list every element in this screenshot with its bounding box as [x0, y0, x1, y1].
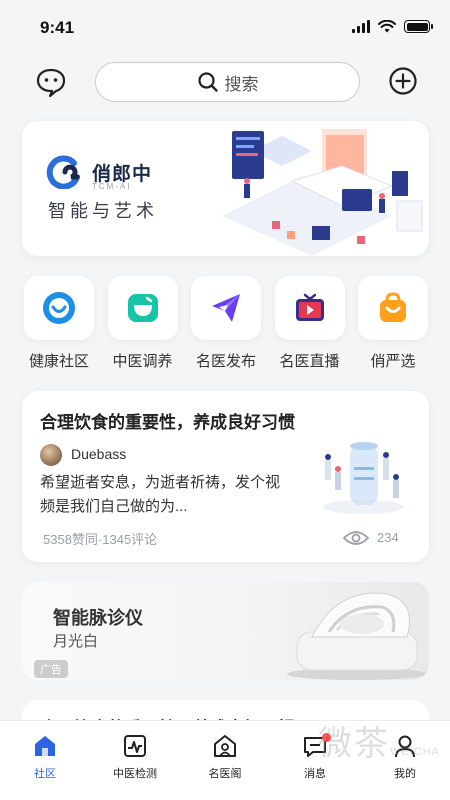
tab-tcm-detection[interactable]: 中医检测: [90, 721, 180, 800]
ad-subtitle: 月光白: [53, 633, 99, 650]
search-icon: [197, 72, 218, 92]
quick-entry-row: 健康社区 中医调养 名医发布 名医直播 俏严选: [22, 276, 430, 371]
pulse-device-image: [287, 592, 427, 680]
eye-icon: [343, 531, 369, 545]
tab-doctors[interactable]: 名医阁: [180, 721, 270, 800]
pulse-chart-icon: [124, 735, 146, 757]
quick-entry-label: 健康社区: [28, 353, 89, 370]
quick-icon-box: [107, 276, 178, 340]
article-stats: 5358赞同·1345评论: [43, 532, 158, 547]
ad-card[interactable]: 智能脉诊仪 月光白 广告: [22, 582, 429, 680]
brand-logo-icon: [46, 155, 80, 189]
tab-label: 名医阁: [208, 768, 242, 780]
quick-entry-tcm-care[interactable]: 中医调养: [106, 276, 180, 371]
quick-icon-box: [358, 276, 428, 340]
quick-entry-health-community[interactable]: 健康社区: [22, 276, 96, 371]
tv-play-icon: [295, 293, 324, 321]
promo-banner[interactable]: 俏郎中 TCM-AI 智能与艺术: [22, 121, 429, 256]
ad-title: 智能脉诊仪: [53, 608, 143, 628]
tab-label: 中医检测: [113, 768, 157, 780]
add-icon[interactable]: [388, 66, 418, 96]
article-excerpt: 希望逝者安息，为逝者祈祷，发个视频是我们自己做的为...: [40, 474, 281, 515]
paper-plane-icon: [212, 294, 240, 322]
quick-entry-label: 俏严选: [370, 353, 416, 370]
top-header: 搜索: [0, 60, 450, 104]
quick-entry-selection[interactable]: 俏严选: [356, 276, 430, 371]
quick-entry-label: 中医调养: [112, 353, 173, 370]
brand-subtitle: TCM-AI: [92, 182, 132, 191]
smile-bubble-icon: [43, 292, 75, 324]
tea-bowl-icon: [127, 294, 158, 322]
status-time: 9:41: [40, 18, 75, 37]
isometric-illustration: [222, 129, 423, 256]
shopping-bag-icon: [380, 292, 406, 322]
search-placeholder: 搜索: [224, 74, 259, 94]
wifi-icon: [378, 20, 396, 33]
battery-icon: [404, 20, 433, 33]
tab-label: 消息: [304, 768, 326, 780]
quick-entry-label: 名医发布: [195, 353, 256, 370]
quick-entry-doctor-live[interactable]: 名医直播: [273, 276, 347, 371]
notification-dot: [322, 733, 331, 742]
chat-bot-icon[interactable]: [34, 66, 68, 100]
tab-profile[interactable]: 我的: [360, 721, 450, 800]
person-icon: [395, 735, 415, 758]
quick-entry-label: 名医直播: [279, 353, 340, 370]
status-bar: 9:41: [0, 0, 450, 56]
quick-icon-box: [24, 276, 94, 340]
ad-badge: 广告: [34, 660, 68, 678]
tab-label: 我的: [394, 768, 416, 780]
quick-entry-doctor-publish[interactable]: 名医发布: [189, 276, 263, 371]
status-icons: [352, 20, 433, 33]
quick-icon-box: [191, 276, 261, 340]
tab-messages[interactable]: 消息: [270, 721, 360, 800]
views-count: 234: [377, 530, 399, 545]
article-thumbnail: [323, 442, 403, 514]
tab-label: 社区: [34, 768, 56, 780]
signal-icon: [352, 20, 370, 33]
search-input[interactable]: 搜索: [95, 62, 360, 102]
doctor-house-icon: [214, 735, 236, 757]
quick-icon-box: [274, 276, 345, 340]
brand-slogan: 智能与艺术: [48, 201, 158, 221]
bottom-tab-bar: 社区 中医检测 名医阁 消息 我的: [0, 720, 450, 800]
author-name[interactable]: Duebass: [71, 446, 126, 462]
tab-community[interactable]: 社区: [0, 721, 90, 800]
article-title[interactable]: 合理饮食的重要性，养成良好习惯: [40, 408, 295, 433]
avatar[interactable]: [40, 444, 62, 466]
article-card[interactable]: 合理饮食的重要性，养成良好习惯 Duebass 希望逝者安息，为逝者祈祷，发个视…: [22, 391, 429, 562]
home-icon: [35, 736, 55, 756]
